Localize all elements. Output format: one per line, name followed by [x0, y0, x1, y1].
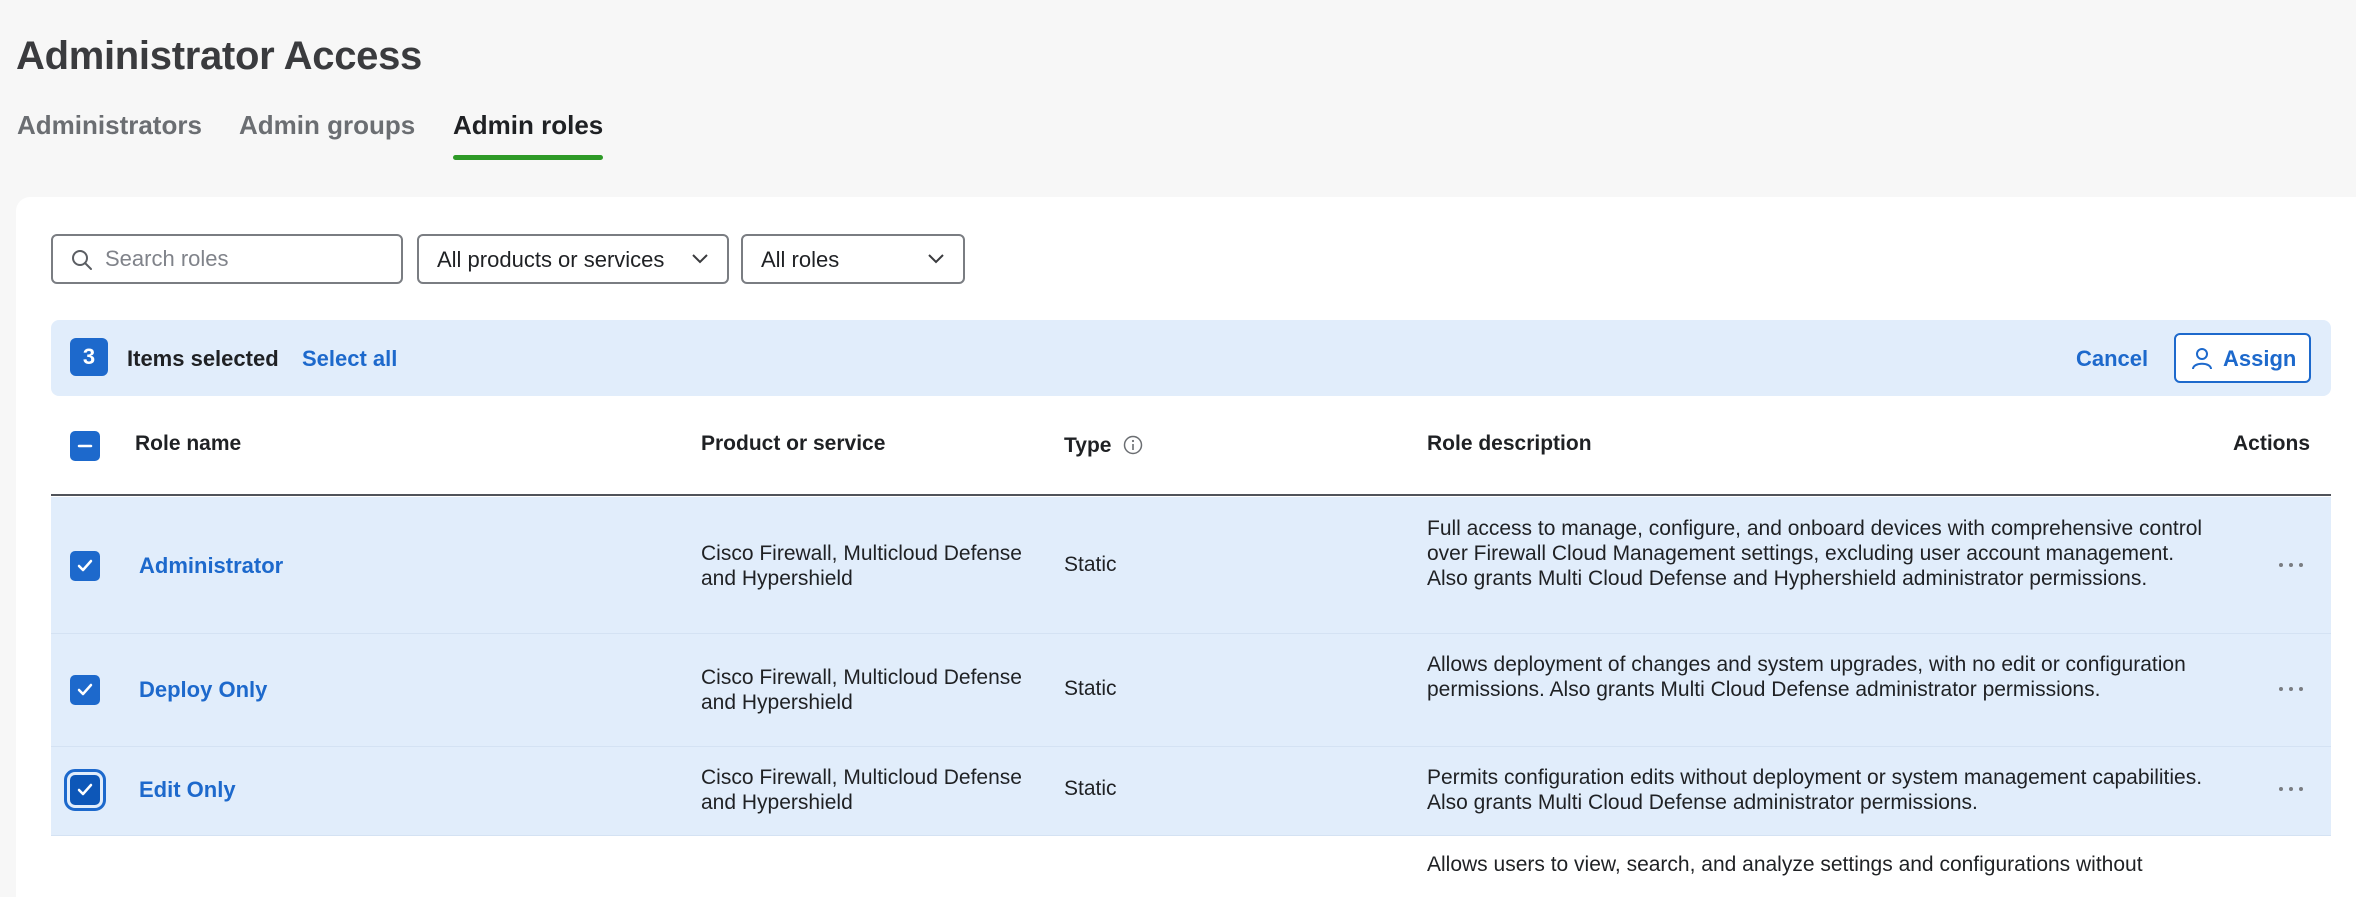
product-cell: Cisco Firewall, Multicloud Defense and H… — [701, 766, 1022, 814]
search-input[interactable] — [105, 244, 395, 274]
cancel-button[interactable]: Cancel — [2076, 346, 2148, 372]
selection-bar: 3 Items selected Select all Cancel Assig… — [51, 320, 2331, 396]
user-icon — [2192, 348, 2212, 370]
role-name-link[interactable]: Administrator — [139, 553, 283, 579]
description-cell: Allows deployment of changes and system … — [1427, 653, 2186, 701]
tab-admin-roles[interactable]: Admin roles — [453, 110, 604, 160]
select-all-button[interactable]: Select all — [302, 346, 397, 372]
type-cell: Static — [1064, 553, 1117, 576]
description-cell: Allows users to view, search, and analyz… — [1427, 853, 2143, 876]
info-icon[interactable] — [1123, 435, 1143, 455]
more-actions-icon[interactable] — [2276, 783, 2306, 795]
search-icon — [72, 250, 92, 270]
tab-administrators[interactable]: Administrators — [17, 110, 202, 160]
assign-label: Assign — [2223, 346, 2297, 371]
check-icon — [77, 683, 93, 696]
check-icon — [77, 783, 93, 796]
role-filter-dropdown[interactable]: All roles — [741, 234, 965, 284]
row-checkbox[interactable] — [70, 551, 100, 581]
description-cell: Full access to manage, configure, and on… — [1427, 517, 2203, 590]
table-row[interactable]: Administrator Cisco Firewall, Multicloud… — [51, 497, 2331, 634]
header-role-name[interactable]: Role name — [135, 432, 241, 456]
header-actions: Actions — [2233, 432, 2311, 455]
type-cell: Static — [1064, 677, 1117, 700]
items-selected-label: Items selected — [127, 346, 279, 371]
chevron-down-icon — [692, 254, 708, 264]
type-cell: Static — [1064, 777, 1117, 800]
description-cell: Permits configuration edits without depl… — [1427, 766, 2203, 814]
role-name-link[interactable]: Deploy Only — [139, 677, 267, 703]
header-description: Role description — [1427, 432, 1592, 455]
more-actions-icon[interactable] — [2276, 559, 2306, 571]
row-checkbox[interactable] — [70, 675, 100, 705]
chevron-down-icon — [928, 254, 944, 264]
more-actions-icon[interactable] — [2276, 683, 2306, 695]
assign-button[interactable]: Assign — [2174, 333, 2311, 383]
product-filter-label: All products or services — [437, 247, 665, 272]
product-cell: Cisco Firewall, Multicloud Defense and H… — [701, 542, 1022, 590]
table-row[interactable]: Deploy Only Cisco Firewall, Multicloud D… — [51, 634, 2331, 747]
table-row[interactable]: Allows users to view, search, and analyz… — [51, 836, 2331, 876]
select-all-checkbox[interactable] — [70, 431, 100, 461]
page-title: Administrator Access — [16, 34, 422, 78]
table-row[interactable]: Edit Only Cisco Firewall, Multicloud Def… — [51, 747, 2331, 836]
selected-count-badge: 3 — [70, 338, 108, 376]
minus-icon — [77, 444, 93, 448]
product-filter-dropdown[interactable]: All products or services — [417, 234, 729, 284]
header-divider — [51, 494, 2331, 496]
role-filter-label: All roles — [761, 247, 840, 272]
search-box[interactable] — [51, 234, 403, 284]
product-cell: Cisco Firewall, Multicloud Defense and H… — [701, 666, 1022, 714]
check-icon — [77, 559, 93, 572]
row-checkbox[interactable] — [64, 769, 106, 811]
role-name-link[interactable]: Edit Only — [139, 777, 236, 803]
header-product[interactable]: Product or service — [701, 432, 885, 456]
tab-admin-groups[interactable]: Admin groups — [239, 110, 415, 160]
header-type[interactable]: Type — [1064, 432, 1143, 458]
header-type-label: Type — [1064, 434, 1112, 457]
